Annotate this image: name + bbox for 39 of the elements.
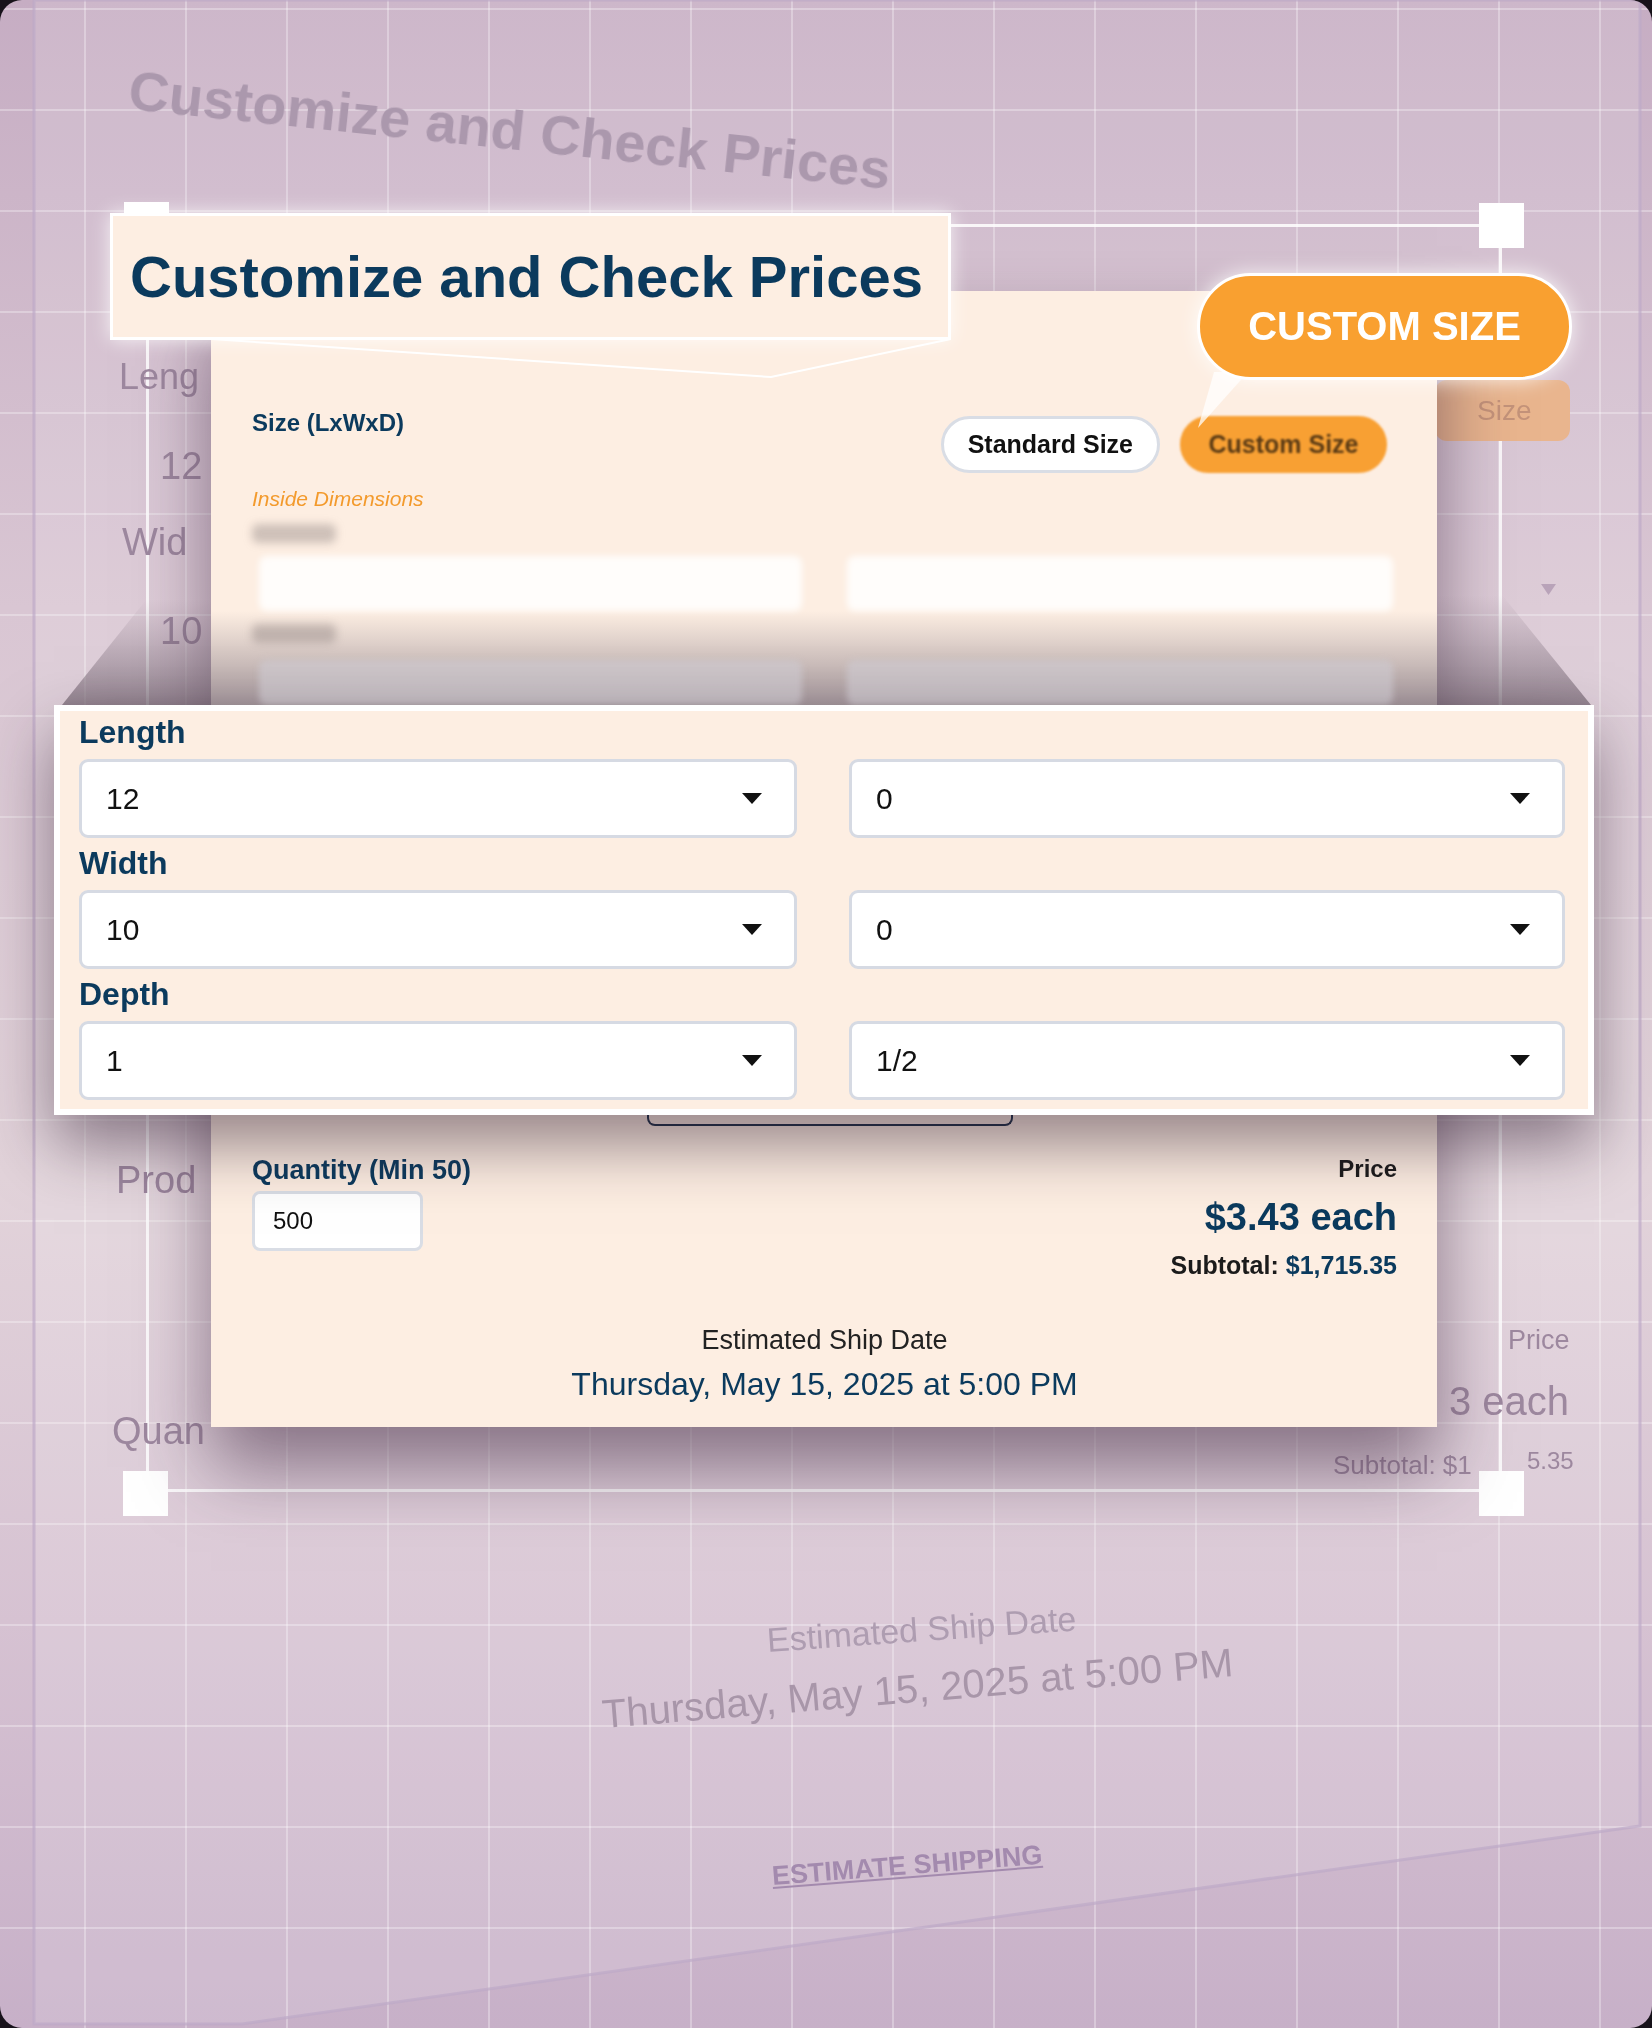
custom-size-badge: CUSTOM SIZE (1197, 273, 1572, 380)
size-tab[interactable]: Standard Size (940, 416, 1160, 473)
dimension-select[interactable]: 1/2 (849, 1021, 1565, 1100)
quantity-input[interactable]: 500 (252, 1191, 423, 1251)
dimension-select[interactable]: 1 (79, 1021, 797, 1100)
dimensions-hint: Inside Dimensions (252, 486, 425, 511)
caret-icon (742, 1055, 762, 1066)
faded-form-text: Prod (116, 1158, 197, 1203)
faded-underlined-text: ESTIMATE SHIPPING (770, 1838, 1044, 1892)
quantity-label: Quantity (Min 50) (252, 1154, 471, 1186)
dimension-select[interactable]: 12 (79, 759, 797, 838)
caret-icon (1510, 1055, 1530, 1066)
ship-date: Thursday, May 15, 2025 at 5:00 PM (571, 1365, 1078, 1403)
subtotal-label: Subtotal: (1170, 1250, 1279, 1280)
subtotal-value: $1,715.35 (1285, 1250, 1397, 1280)
dimension-select[interactable]: 0 (849, 759, 1565, 838)
ship-date-label: Estimated Ship Date (701, 1324, 948, 1356)
faded-heading: Customize and Check Prices (126, 63, 894, 197)
faded-price-text: 3 each (1449, 1378, 1570, 1425)
caret-icon (1510, 793, 1530, 804)
faded-price-text: Price (1508, 1324, 1570, 1357)
caret-icon (742, 793, 762, 804)
unit-price: $3.43 each (1204, 1195, 1397, 1240)
dimension-label: Length (79, 714, 187, 750)
faded-ship-label: Estimated Ship Date (765, 1598, 1078, 1661)
faded-form-text: 10 (160, 609, 203, 654)
caret-icon (1510, 924, 1530, 935)
dimension-select[interactable]: 10 (79, 890, 797, 969)
dimension-label: Depth (79, 976, 171, 1012)
faded-price-text: 5.35 (1527, 1446, 1574, 1476)
dimension-select[interactable]: 0 (849, 890, 1565, 969)
caret-icon (742, 924, 762, 935)
faded-price-text: Subtotal: $1 (1333, 1449, 1472, 1481)
faded-form-text: 12 (160, 444, 203, 489)
dimension-label: Width (79, 845, 169, 881)
faded-form-text: Quan (112, 1409, 205, 1454)
price-label: Price (1338, 1154, 1397, 1183)
faded-form-text: Wid (122, 520, 188, 565)
size-label: Size (LxWxD) (252, 408, 404, 437)
